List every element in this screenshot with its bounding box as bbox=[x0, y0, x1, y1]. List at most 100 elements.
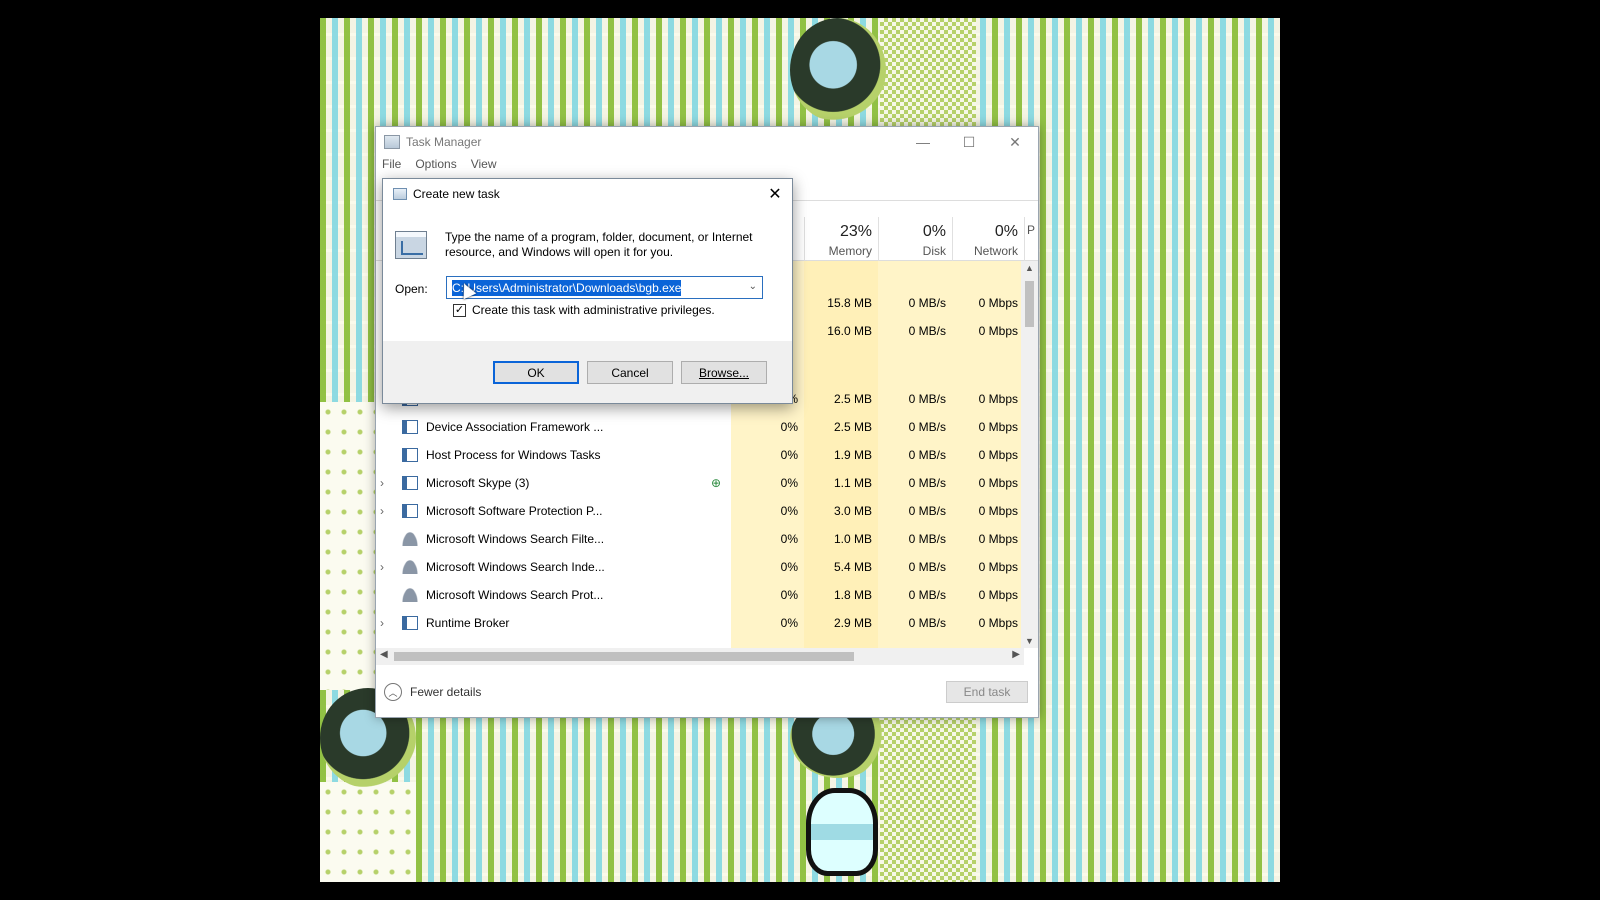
scroll-up-icon[interactable]: ▲ bbox=[1021, 263, 1038, 273]
cell-disk: 0 MB/s bbox=[908, 588, 946, 602]
cell-memory: 2.5 MB bbox=[833, 420, 872, 434]
cancel-label: Cancel bbox=[611, 365, 649, 380]
process-app-icon bbox=[402, 476, 418, 490]
disk-percent: 0% bbox=[922, 223, 946, 240]
vertical-scrollbar[interactable]: ▲ ▼ bbox=[1021, 261, 1038, 648]
scroll-left-icon[interactable]: ◀ bbox=[380, 649, 388, 660]
cell-network: 0 Mbps bbox=[978, 420, 1018, 434]
cell-memory: 3.0 MB bbox=[833, 504, 872, 518]
cell-memory: 2.5 MB bbox=[833, 392, 872, 406]
sparse-grass-tile bbox=[320, 782, 416, 882]
checker-tile bbox=[880, 18, 976, 130]
cell-cpu: 0% bbox=[780, 560, 798, 574]
dialog-close-icon[interactable]: ✕ bbox=[758, 179, 792, 209]
process-name: Microsoft Software Protection P... bbox=[426, 504, 603, 518]
dialog-title: Create new task bbox=[413, 187, 500, 201]
cell-network: 0 Mbps bbox=[978, 560, 1018, 574]
open-input-value[interactable]: C:\Users\Administrator\Downloads\bgb.exe bbox=[452, 279, 682, 296]
process-app-icon bbox=[402, 616, 418, 630]
table-row[interactable]: Device Association Framework ... 0% 2.5 MB… bbox=[376, 413, 1024, 441]
ok-button[interactable]: OK bbox=[493, 361, 579, 384]
memory-percent: 23% bbox=[839, 223, 872, 240]
cell-memory: 1.9 MB bbox=[833, 448, 872, 462]
table-row[interactable]: Microsoft Windows Search Prot... 0% 1.8 MB… bbox=[376, 581, 1024, 609]
cell-network: 0 Mbps bbox=[978, 324, 1018, 338]
scroll-thumb[interactable] bbox=[1025, 281, 1034, 327]
scroll-right-icon[interactable]: ▶ bbox=[1012, 649, 1020, 660]
scroll-down-icon[interactable]: ▼ bbox=[1021, 636, 1038, 646]
cell-network: 0 Mbps bbox=[978, 296, 1018, 310]
cell-disk: 0 MB/s bbox=[908, 296, 946, 310]
footer: ︿ Fewer details End task bbox=[376, 667, 1038, 717]
table-row[interactable]: › Microsoft Software Protection P... 0% 3.0… bbox=[376, 497, 1024, 525]
window-controls: — ☐ ✕ bbox=[900, 127, 1038, 157]
tree-sprite bbox=[790, 18, 886, 122]
run-icon bbox=[393, 188, 407, 200]
process-name: Microsoft Windows Search Prot... bbox=[426, 588, 604, 602]
network-percent: 0% bbox=[994, 223, 1018, 240]
cell-network: 0 Mbps bbox=[978, 532, 1018, 546]
dialog-title-bar[interactable]: Create new task bbox=[383, 179, 792, 209]
chevron-down-icon[interactable]: ⌄ bbox=[749, 281, 757, 292]
browse-label: Browse... bbox=[698, 365, 749, 380]
expand-chevron-icon[interactable]: › bbox=[380, 476, 392, 490]
cell-disk: 0 MB/s bbox=[908, 532, 946, 546]
process-app-icon bbox=[402, 504, 418, 518]
cell-network: 0 Mbps bbox=[978, 504, 1018, 518]
column-memory[interactable]: 23% Memory bbox=[804, 217, 878, 261]
disk-label: Disk bbox=[922, 244, 946, 258]
memory-label: Memory bbox=[828, 244, 872, 258]
cell-memory: 15.8 MB bbox=[827, 296, 872, 310]
cancel-button[interactable]: Cancel bbox=[587, 361, 673, 384]
table-row[interactable]: Microsoft Windows Search Filte... 0% 1.0 M… bbox=[376, 525, 1024, 553]
table-row[interactable]: › Microsoft Windows Search Inde... 0% 5.4 M… bbox=[376, 553, 1024, 581]
cell-memory: 2.9 MB bbox=[833, 616, 872, 630]
close-button[interactable]: ✕ bbox=[992, 127, 1038, 157]
end-task-button[interactable]: End task bbox=[946, 681, 1028, 703]
cell-cpu: 0% bbox=[780, 476, 798, 490]
menu-options[interactable]: Options bbox=[415, 157, 456, 177]
column-power[interactable]: P bbox=[1024, 217, 1038, 261]
maximize-button[interactable]: ☐ bbox=[946, 127, 992, 157]
cell-disk: 0 MB/s bbox=[908, 504, 946, 518]
cell-disk: 0 MB/s bbox=[908, 392, 946, 406]
cell-memory: 5.4 MB bbox=[833, 560, 872, 574]
cell-cpu: 0% bbox=[780, 532, 798, 546]
open-combobox[interactable]: C:\Users\Administrator\Downloads\bgb.exe… bbox=[446, 276, 763, 299]
create-new-task-dialog: Create new task ✕ Type the name of a pro… bbox=[382, 178, 793, 404]
process-name: Microsoft Windows Search Filte... bbox=[426, 532, 605, 546]
horizontal-scrollbar[interactable]: ◀ ▶ bbox=[376, 648, 1024, 665]
dialog-button-bar: OK Cancel Browse... bbox=[383, 341, 792, 403]
table-row[interactable]: Host Process for Windows Tasks 0% 1.9 MB 0 … bbox=[376, 441, 1024, 469]
menu-view[interactable]: View bbox=[471, 157, 497, 177]
process-user-icon bbox=[402, 588, 418, 602]
browse-button[interactable]: Browse... bbox=[681, 361, 767, 384]
window-title: Task Manager bbox=[406, 135, 482, 149]
task-manager-icon bbox=[384, 135, 400, 149]
column-network[interactable]: 0% Network bbox=[952, 217, 1024, 261]
expand-chevron-icon[interactable]: › bbox=[380, 560, 392, 574]
table-row[interactable]: › Runtime Broker 0% 2.9 MB 0 MB/s 0 Mbps bbox=[376, 609, 1024, 637]
chevron-up-icon[interactable]: ︿ bbox=[384, 683, 402, 701]
admin-checkbox[interactable]: ✓ bbox=[453, 303, 466, 317]
admin-checkbox-row[interactable]: ✓ Create this task with administrative p… bbox=[453, 303, 715, 317]
expand-chevron-icon[interactable]: › bbox=[380, 504, 392, 518]
process-name: Host Process for Windows Tasks bbox=[426, 448, 601, 462]
table-row[interactable]: › Microsoft Skype (3) ⊕ 0% 1.1 MB 0 MB/s 0 Mbp… bbox=[376, 469, 1024, 497]
cell-network: 0 Mbps bbox=[978, 588, 1018, 602]
menu-file[interactable]: File bbox=[382, 157, 401, 177]
minimize-button[interactable]: — bbox=[900, 127, 946, 157]
cell-memory: 1.8 MB bbox=[833, 588, 872, 602]
admin-checkbox-label: Create this task with administrative pri… bbox=[472, 303, 715, 317]
hscroll-thumb[interactable] bbox=[394, 652, 854, 661]
fewer-details-link[interactable]: Fewer details bbox=[410, 685, 481, 699]
cell-cpu: 0% bbox=[780, 448, 798, 462]
pot-sprite bbox=[806, 788, 878, 876]
power-label: P bbox=[1027, 223, 1036, 237]
process-app-icon bbox=[402, 448, 418, 462]
open-label: Open: bbox=[395, 282, 428, 296]
expand-chevron-icon[interactable]: › bbox=[380, 616, 392, 630]
cell-disk: 0 MB/s bbox=[908, 448, 946, 462]
column-disk[interactable]: 0% Disk bbox=[878, 217, 952, 261]
cell-memory: 1.0 MB bbox=[833, 532, 872, 546]
